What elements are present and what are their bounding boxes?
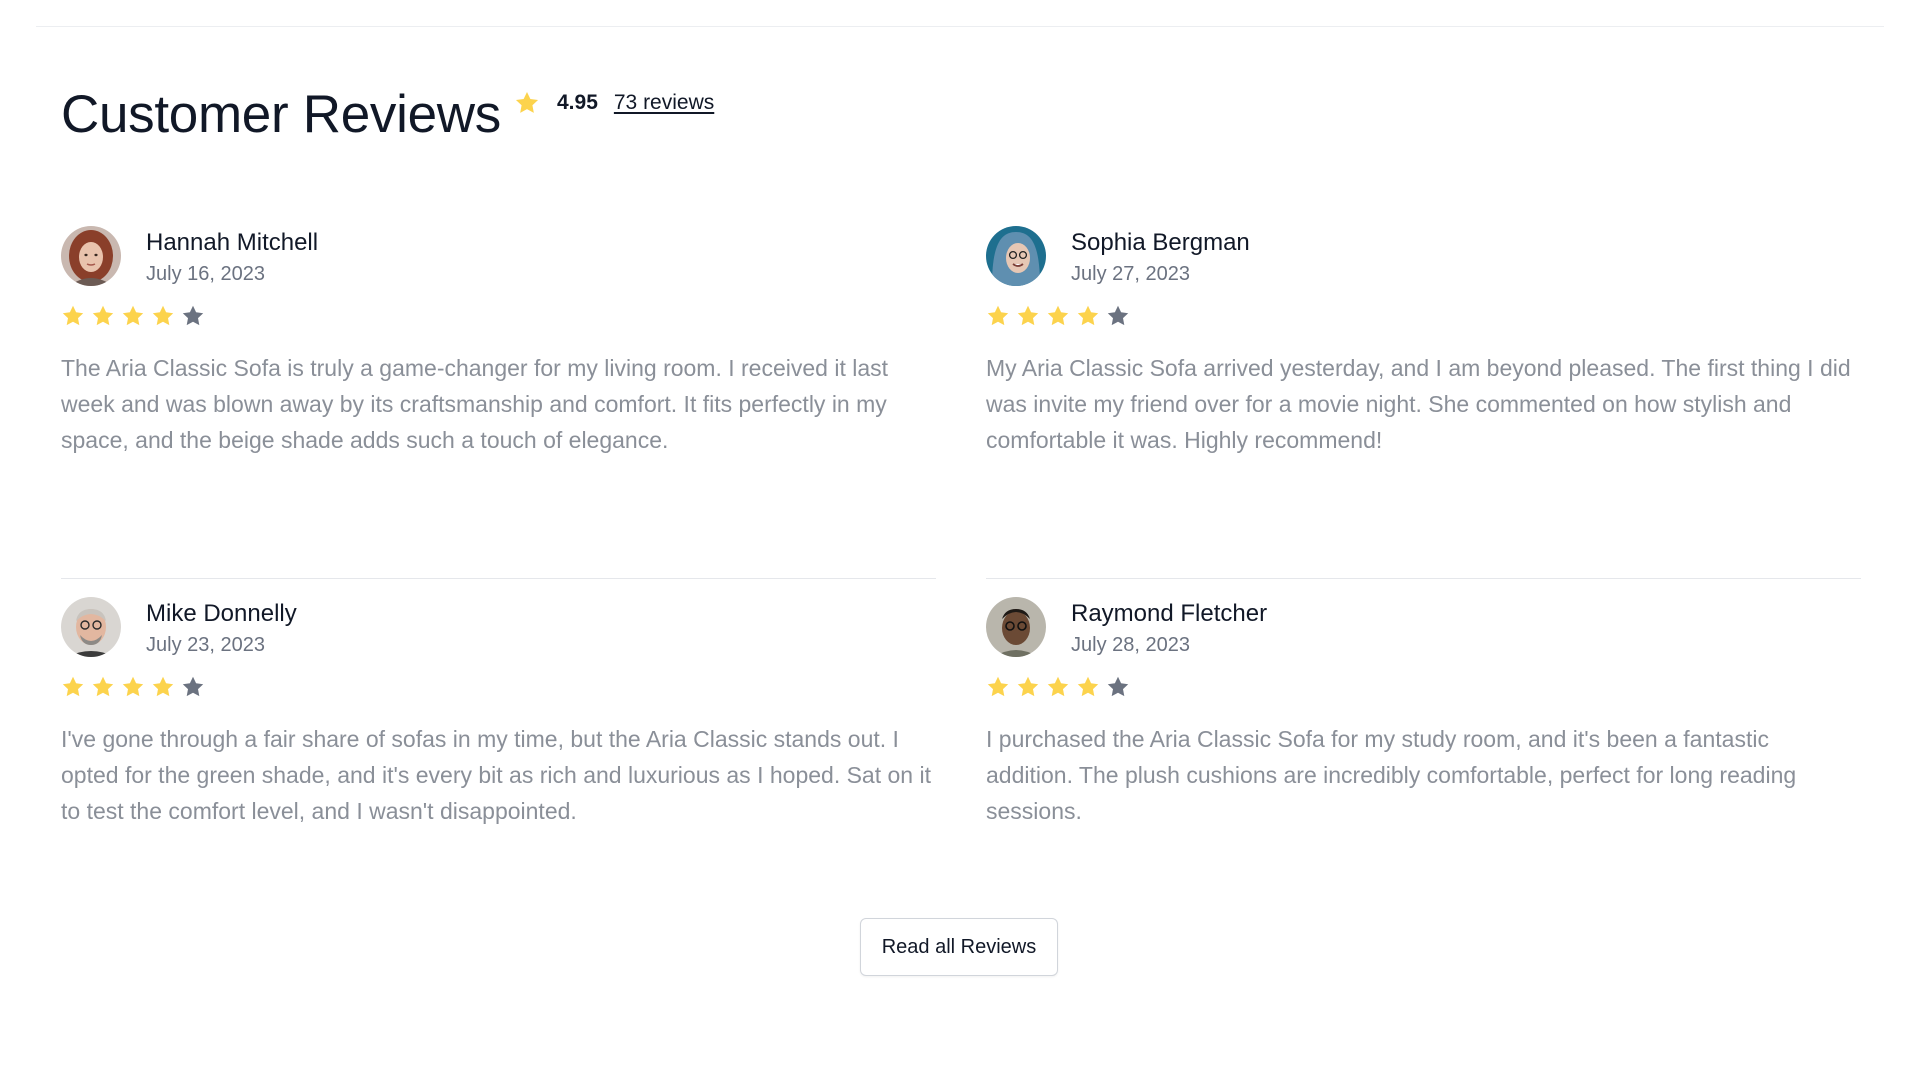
reviewer-info: Raymond Fletcher July 28, 2023 [1071, 597, 1267, 657]
avatar [986, 597, 1046, 657]
avatar [61, 226, 121, 286]
star-rating [986, 675, 1861, 699]
reviews-count-link[interactable]: 73 reviews [614, 91, 714, 115]
star-filled-icon [1046, 675, 1070, 699]
avatar [986, 226, 1046, 286]
star-rating [61, 304, 936, 328]
reviewer-name: Hannah Mitchell [146, 229, 319, 256]
star-rating [61, 675, 936, 699]
star-empty-icon [1106, 675, 1130, 699]
reviewer-name: Mike Donnelly [146, 600, 297, 627]
review-header: Sophia Bergman July 27, 2023 [986, 226, 1861, 286]
star-filled-icon [61, 675, 85, 699]
reviewer-name: Raymond Fletcher [1071, 600, 1268, 627]
review-date: July 16, 2023 [146, 263, 265, 285]
star-filled-icon [151, 675, 175, 699]
average-rating: 4.95 [557, 91, 598, 114]
review-text: The Aria Classic Sofa is truly a game-ch… [61, 355, 889, 453]
review-card: Raymond Fletcher July 28, 2023 I purchas… [986, 578, 1861, 878]
cta-container: Read all Reviews [0, 918, 1920, 976]
reviewer-info: Sophia Bergman July 27, 2023 [1071, 226, 1250, 286]
reviewer-info: Mike Donnelly July 23, 2023 [146, 597, 297, 657]
review-text: My Aria Classic Sofa arrived yesterday, … [986, 355, 1851, 453]
star-empty-icon [1106, 304, 1130, 328]
star-filled-icon [1076, 304, 1100, 328]
review-date: July 28, 2023 [1071, 634, 1190, 656]
top-divider [36, 26, 1884, 27]
star-filled-icon [1076, 675, 1100, 699]
star-filled-icon [1016, 304, 1040, 328]
star-filled-icon [1046, 304, 1070, 328]
review-date: July 27, 2023 [1071, 263, 1190, 285]
review-header: Raymond Fletcher July 28, 2023 [986, 597, 1861, 657]
star-filled-icon [121, 304, 145, 328]
reviews-page: Customer Reviews 4.95 73 reviews Hannah … [0, 0, 1920, 1080]
star-filled-icon [1016, 675, 1040, 699]
page-title: Customer Reviews [61, 85, 501, 144]
review-header: Hannah Mitchell July 16, 2023 [61, 226, 936, 286]
star-filled-icon [91, 304, 115, 328]
review-card: Mike Donnelly July 23, 2023 I've gone th… [61, 578, 936, 878]
avatar [61, 597, 121, 657]
reviewer-info: Hannah Mitchell July 16, 2023 [146, 226, 318, 286]
review-text: I've gone through a fair share of sofas … [61, 726, 931, 824]
reviews-grid: Hannah Mitchell July 16, 2023 The Aria C… [61, 226, 1861, 878]
reviewer-name: Sophia Bergman [1071, 229, 1250, 256]
star-filled-icon [151, 304, 175, 328]
review-card: Sophia Bergman July 27, 2023 My Aria Cla… [986, 226, 1861, 578]
star-empty-icon [181, 675, 205, 699]
review-date: July 23, 2023 [146, 634, 265, 656]
star-filled-icon [91, 675, 115, 699]
star-filled-icon [61, 304, 85, 328]
star-icon [514, 90, 540, 116]
review-card: Hannah Mitchell July 16, 2023 The Aria C… [61, 226, 936, 578]
read-all-reviews-button[interactable]: Read all Reviews [860, 918, 1058, 976]
review-text: I purchased the Aria Classic Sofa for my… [986, 726, 1797, 824]
rating-summary: 4.95 73 reviews [514, 90, 714, 116]
star-empty-icon [181, 304, 205, 328]
star-rating [986, 304, 1861, 328]
star-filled-icon [121, 675, 145, 699]
star-filled-icon [986, 304, 1010, 328]
star-filled-icon [986, 675, 1010, 699]
review-header: Mike Donnelly July 23, 2023 [61, 597, 936, 657]
reviews-header: Customer Reviews [61, 84, 501, 145]
